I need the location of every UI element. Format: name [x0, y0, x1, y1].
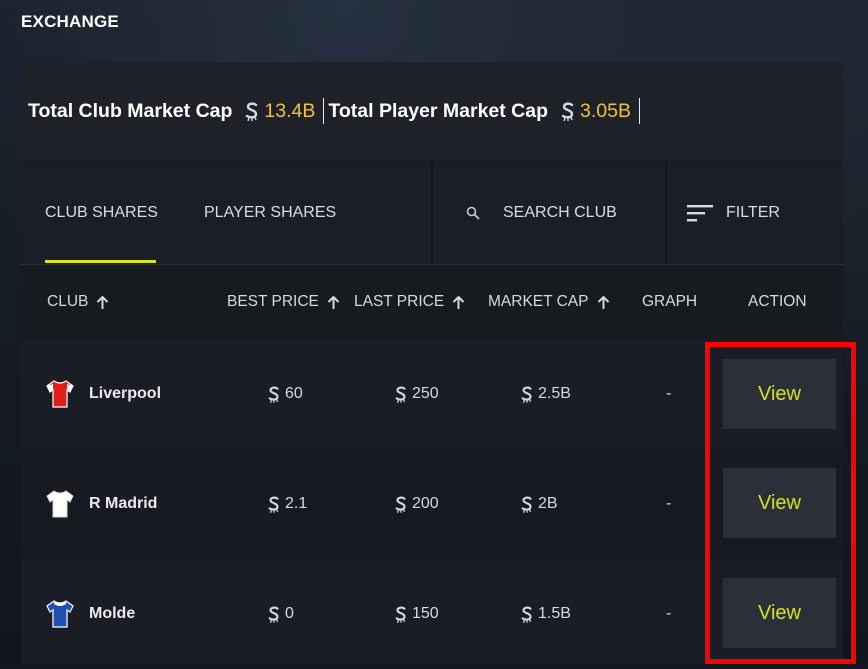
best-price-cell: 60	[267, 339, 303, 449]
column-label: MARKET CAP	[488, 293, 589, 310]
filter-icon	[687, 205, 713, 222]
column-action: ACTION	[748, 265, 807, 339]
market-cap-cell: 2.5B	[520, 339, 571, 449]
graph-cell: -	[666, 559, 671, 669]
coin-icon	[246, 102, 258, 121]
last-price-value: 150	[412, 605, 439, 622]
coin-icon	[268, 496, 279, 513]
column-club[interactable]: CLUB	[47, 265, 109, 339]
white-shirt-icon	[46, 490, 74, 518]
table-row: R Madrid 2.1 200 2B - View	[21, 449, 843, 559]
tab-label: CLUB SHARES	[45, 204, 158, 221]
view-button[interactable]: View	[723, 359, 836, 429]
best-price-value: 2.1	[285, 495, 308, 512]
club-name: Molde	[89, 605, 136, 622]
blue-shirt-icon	[46, 600, 74, 628]
coin-icon	[395, 496, 406, 513]
red-shirt-icon	[46, 380, 74, 408]
last-price-value: 250	[412, 385, 439, 402]
table-header: CLUB BEST PRICE LAST PRICE MARKET CAP GR…	[21, 264, 843, 339]
share-tabs: CLUB SHARES PLAYER SHARES	[21, 162, 431, 264]
graph-cell: -	[666, 339, 671, 449]
last-price-cell: 200	[394, 449, 439, 559]
coin-icon	[561, 102, 574, 121]
table-row: Molde 0 150 1.5B - View	[21, 559, 843, 664]
column-last-price[interactable]: LAST PRICE	[354, 265, 465, 339]
filter-button[interactable]: FILTER	[667, 162, 843, 264]
best-price-value: 0	[285, 605, 294, 622]
column-label: ACTION	[748, 293, 807, 310]
view-button-label: View	[758, 601, 801, 624]
graph-value: -	[666, 605, 672, 622]
market-cap-value: 2.5B	[538, 385, 571, 402]
column-label: BEST PRICE	[227, 293, 319, 310]
tab-label: PLAYER SHARES	[204, 204, 337, 221]
view-button[interactable]: View	[723, 578, 836, 648]
player-market-cap: Total Player Market Cap 3.05B	[328, 98, 644, 124]
best-price-cell: 0	[267, 559, 294, 669]
search-icon	[466, 206, 480, 220]
search-label: SEARCH CLUB	[503, 204, 617, 221]
divider	[323, 98, 325, 124]
player-market-cap-label: Total Player Market Cap	[328, 99, 549, 122]
graph-value: -	[666, 495, 672, 512]
club-name: R Madrid	[89, 495, 158, 512]
coin-icon	[268, 386, 279, 403]
last-price-value: 200	[412, 495, 439, 512]
view-button-label: View	[758, 382, 801, 405]
graph-cell: -	[666, 449, 671, 559]
coin-icon	[521, 496, 532, 513]
sort-arrow-icon	[452, 295, 465, 309]
market-cap-summary: Total Club Market Cap 13.4B Total Player…	[21, 62, 843, 160]
market-cap-value: 2B	[538, 495, 558, 512]
filter-label: FILTER	[726, 204, 780, 221]
column-label: GRAPH	[642, 293, 698, 310]
exchange-panel: Total Club Market Cap 13.4B Total Player…	[21, 62, 843, 664]
active-tab-indicator	[45, 260, 156, 263]
club-name: Liverpool	[89, 385, 162, 402]
column-label: CLUB	[47, 293, 89, 310]
player-market-cap-value: 3.05B	[580, 99, 631, 122]
search-club-button[interactable]: SEARCH CLUB	[433, 162, 665, 264]
last-price-cell: 150	[394, 559, 439, 669]
divider	[639, 98, 640, 124]
page-title: EXCHANGE	[21, 12, 119, 31]
sort-arrow-icon	[327, 295, 340, 309]
coin-icon	[521, 386, 532, 403]
coin-icon	[268, 606, 279, 623]
best-price-cell: 2.1	[267, 449, 307, 559]
column-label: LAST PRICE	[354, 293, 445, 310]
toolbar: CLUB SHARES PLAYER SHARES SEARCH CLUB FI…	[21, 162, 843, 264]
tab-player-shares[interactable]: PLAYER SHARES	[204, 162, 336, 264]
market-cap-value: 1.5B	[538, 605, 571, 622]
column-graph: GRAPH	[642, 265, 697, 339]
club-cell[interactable]: Liverpool	[45, 339, 161, 449]
sort-arrow-icon	[97, 295, 109, 309]
club-cell[interactable]: Molde	[45, 559, 135, 669]
club-cell[interactable]: R Madrid	[45, 449, 157, 559]
market-cap-cell: 1.5B	[520, 559, 571, 669]
sort-arrow-icon	[597, 295, 609, 309]
club-market-cap-label: Total Club Market Cap	[28, 99, 233, 122]
view-button-label: View	[758, 491, 801, 514]
column-market-cap[interactable]: MARKET CAP	[488, 265, 610, 339]
view-button[interactable]: View	[723, 468, 836, 538]
club-market-cap-value: 13.4B	[264, 99, 316, 122]
last-price-cell: 250	[394, 339, 439, 449]
tab-club-shares[interactable]: CLUB SHARES	[45, 162, 158, 264]
graph-value: -	[666, 385, 672, 402]
column-best-price[interactable]: BEST PRICE	[227, 265, 340, 339]
coin-icon	[395, 386, 406, 403]
table-row: Liverpool 60 250 2.5B - View	[21, 339, 843, 449]
market-cap-cell: 2B	[520, 449, 558, 559]
club-market-cap: Total Club Market Cap 13.4B	[28, 98, 328, 124]
coin-icon	[521, 606, 532, 623]
best-price-value: 60	[285, 385, 303, 402]
coin-icon	[395, 606, 406, 623]
